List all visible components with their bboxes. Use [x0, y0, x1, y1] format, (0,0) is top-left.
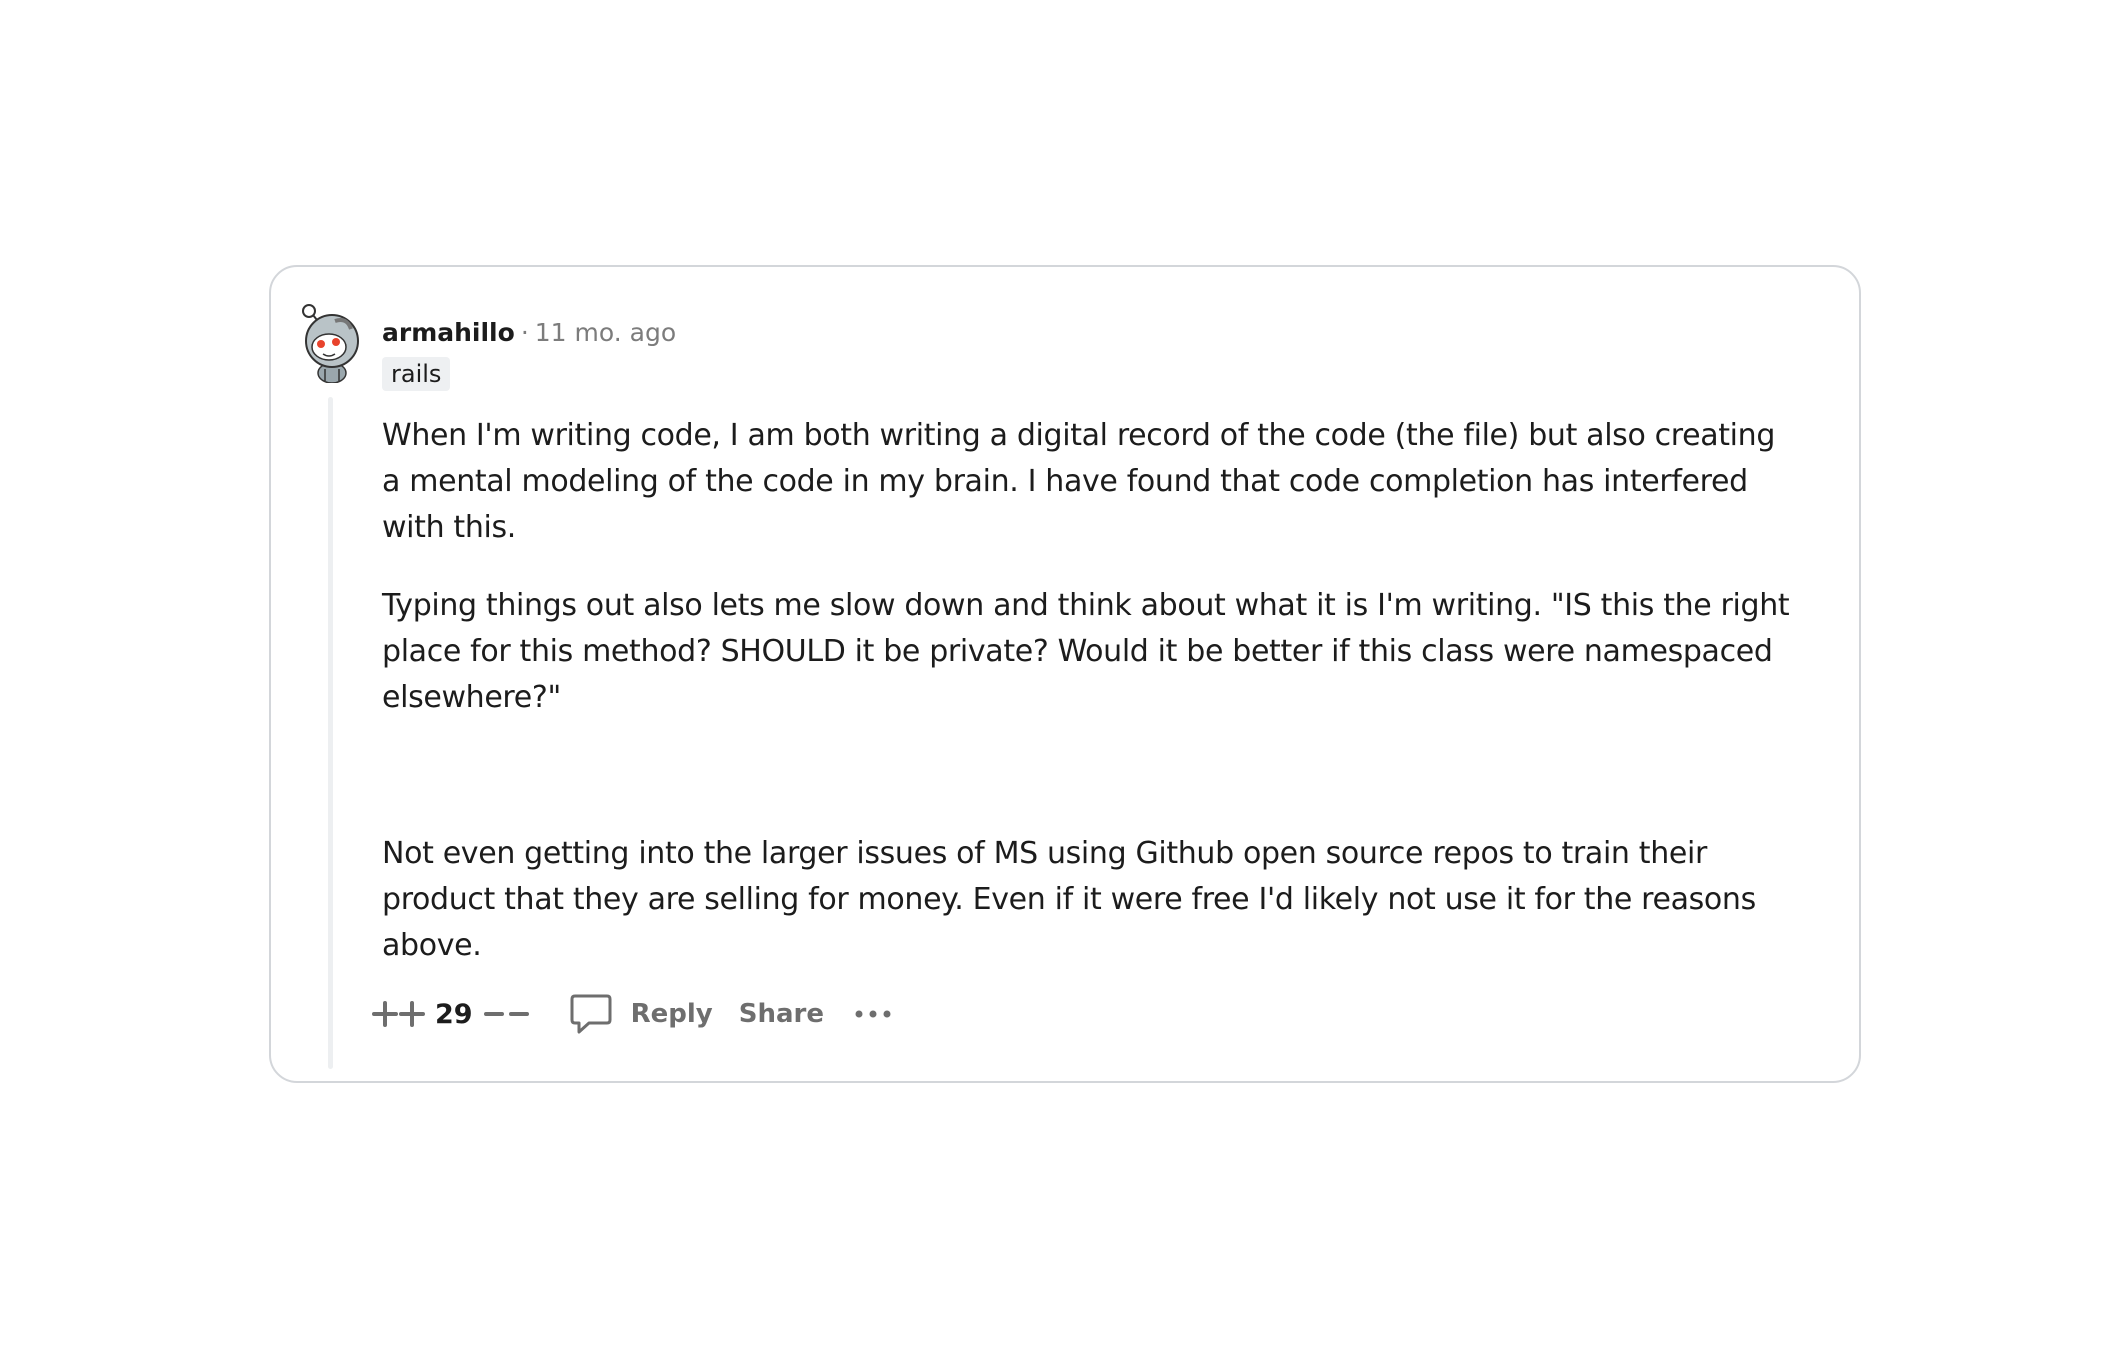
snoo-avatar-icon[interactable]	[299, 303, 365, 384]
paragraph-1-text-after: this.	[444, 510, 516, 545]
comment-header: armahillo · 11 mo. ago	[382, 316, 676, 350]
share-button[interactable]: Share	[739, 999, 824, 1029]
reply-button[interactable]: Reply	[569, 992, 713, 1036]
timestamp[interactable]: 11 mo. ago	[535, 318, 676, 347]
paragraph-1-text-before: When I'm writing code, I am both writing…	[382, 418, 1655, 453]
thread-line[interactable]	[328, 397, 333, 1069]
upvote-plus-icon[interactable]	[371, 999, 427, 1029]
username[interactable]: armahillo	[382, 318, 515, 347]
speech-bubble-icon	[570, 994, 612, 1034]
downvote-minus-icon[interactable]	[483, 999, 531, 1029]
comment-paragraph-2: Typing things out also lets me slow down…	[382, 588, 1790, 715]
comment-actions: 29 Reply Share	[371, 989, 894, 1039]
user-flair: rails	[382, 357, 451, 391]
comment-body: When I'm writing code, I am both writing…	[382, 413, 1802, 969]
comment-paragraph-3: Not even getting into the larger issues …	[382, 836, 1756, 963]
reply-label: Reply	[630, 999, 713, 1029]
comment-paragraph-1: When I'm writing code, I am both writing…	[382, 413, 1802, 551]
comment-card: armahillo · 11 mo. ago rails When I'm writ…	[269, 265, 1861, 1083]
ellipsis-icon[interactable]	[854, 1007, 894, 1021]
vote-count: 29	[435, 998, 473, 1030]
meta-separator: ·	[520, 318, 529, 347]
